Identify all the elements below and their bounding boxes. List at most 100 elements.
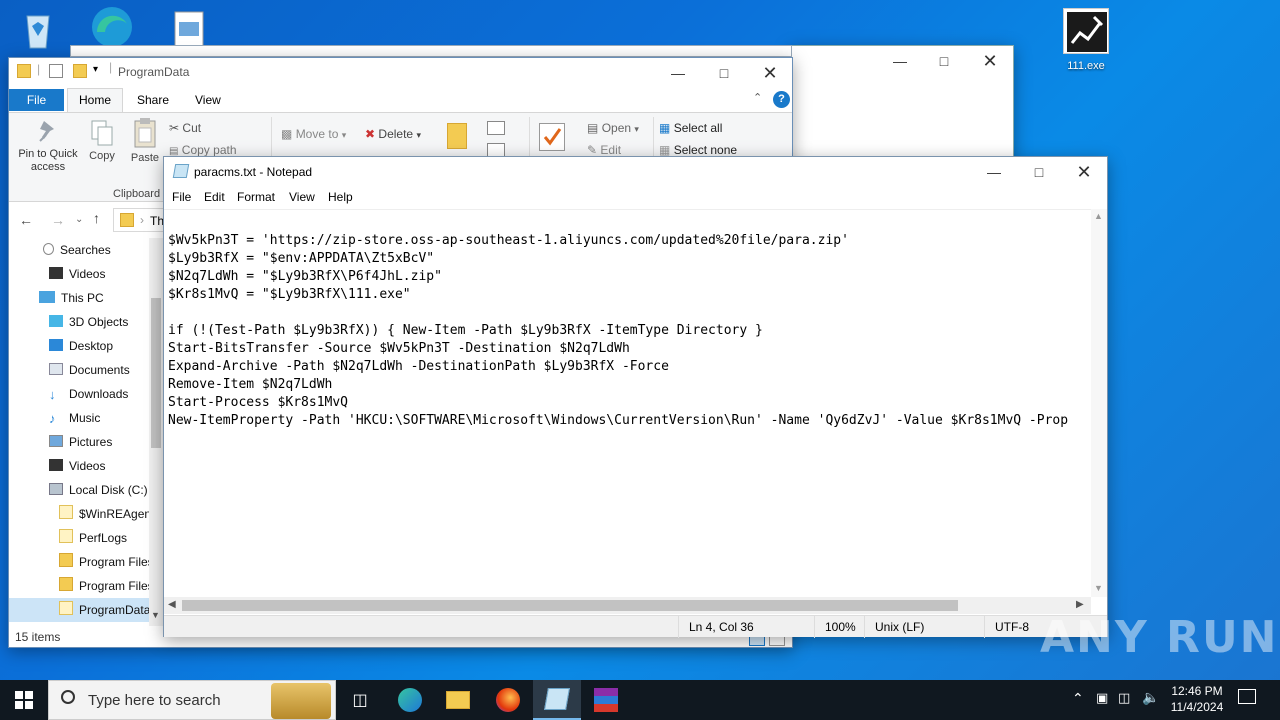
horizontal-scrollbar[interactable]: ◀ ▶ xyxy=(164,597,1091,614)
edge-desktop-icon[interactable] xyxy=(84,4,140,50)
nav-item-3d-objects[interactable]: 3D Objects xyxy=(49,310,163,334)
delete-label: Delete xyxy=(378,127,414,141)
back-arrow-icon[interactable]: ← xyxy=(19,212,33,228)
scroll-up-icon[interactable]: ▲ xyxy=(1094,211,1103,221)
file-explorer-taskbar-button[interactable] xyxy=(434,680,482,720)
nav-item-downloads[interactable]: ↓ Downloads xyxy=(49,382,163,406)
computer-icon xyxy=(39,291,55,303)
recent-chevron-icon[interactable]: ⌄ xyxy=(75,214,83,225)
minimize-icon[interactable]: — xyxy=(655,58,701,88)
tab-share[interactable]: Share xyxy=(137,89,169,111)
network-icon[interactable]: ◫ xyxy=(1118,690,1130,706)
forward-arrow-icon[interactable]: → xyxy=(51,212,65,228)
nav-item-music[interactable]: ♪ Music xyxy=(49,406,163,430)
nav-item-videos-2[interactable]: Videos xyxy=(49,454,163,478)
cut-button[interactable]: ✂ Cut xyxy=(169,121,201,135)
nav-item-programdata[interactable]: ProgramData xyxy=(59,598,163,622)
exe-chart-icon xyxy=(1063,8,1109,54)
firefox-taskbar-button[interactable] xyxy=(484,680,532,720)
nav-item-program-files-x86[interactable]: Program Files xyxy=(59,574,163,598)
close-icon[interactable]: ✕ xyxy=(967,46,1013,76)
copy-path-button[interactable]: ▤ Copy path xyxy=(169,143,237,157)
help-icon[interactable]: ? xyxy=(773,91,790,108)
scroll-left-icon[interactable]: ◀ xyxy=(168,599,176,610)
clock[interactable]: 12:46 PM 11/4/2024 xyxy=(1164,683,1230,715)
nav-item-program-files[interactable]: Program Files xyxy=(59,550,163,574)
properties-icon[interactable] xyxy=(49,64,63,78)
collapse-ribbon-icon[interactable]: ⌃ xyxy=(753,91,762,104)
minimize-icon[interactable]: — xyxy=(971,157,1017,187)
new-item-icon[interactable] xyxy=(487,121,505,135)
clipboard-group-label: Clipboard xyxy=(113,188,161,200)
windows-logo-icon xyxy=(15,691,33,709)
scroll-down-icon[interactable]: ▼ xyxy=(151,610,160,620)
notepad-title-bar[interactable]: paracms.txt - Notepad — □ ✕ xyxy=(164,157,1107,185)
notification-icon[interactable] xyxy=(1238,689,1256,704)
nav-item-documents[interactable]: Documents xyxy=(49,358,163,382)
paste-button[interactable]: Paste xyxy=(127,117,163,164)
show-hidden-icons-icon[interactable]: ⌃ xyxy=(1072,690,1084,707)
horizontal-scrollbar-thumb[interactable] xyxy=(182,600,958,611)
navigation-pane[interactable]: Searches Videos This PC 3D Objects Deskt… xyxy=(9,238,163,626)
nav-scrollbar-thumb[interactable] xyxy=(151,298,161,448)
edge-taskbar-button[interactable] xyxy=(386,680,434,720)
tab-view[interactable]: View xyxy=(195,89,221,111)
notepad-window[interactable]: paracms.txt - Notepad — □ ✕ File Edit Fo… xyxy=(163,156,1108,638)
111-exe-desktop-icon[interactable]: 111.exe xyxy=(1058,8,1114,72)
menu-edit[interactable]: Edit xyxy=(204,187,225,207)
nav-item-this-pc[interactable]: This PC xyxy=(39,286,163,310)
volume-icon[interactable]: 🔈 xyxy=(1142,689,1159,706)
select-none-button[interactable]: ▦ Select none xyxy=(659,143,737,157)
minimize-icon[interactable]: — xyxy=(877,46,923,76)
nav-item-winreagent[interactable]: $WinREAgent xyxy=(59,502,163,526)
scroll-down-icon[interactable]: ▼ xyxy=(1094,583,1103,593)
maximize-icon[interactable]: □ xyxy=(921,46,967,76)
nav-item-perflogs[interactable]: PerfLogs xyxy=(59,526,163,550)
close-icon[interactable]: ✕ xyxy=(1061,157,1107,187)
nav-scrollbar[interactable]: ▼ xyxy=(149,238,163,626)
pin-quick-access-button[interactable]: Pin to Quick access xyxy=(17,119,79,174)
nav-item-searches[interactable]: Searches xyxy=(43,238,163,262)
folder-icon xyxy=(59,505,73,519)
menu-file[interactable]: File xyxy=(172,187,191,207)
properties-check-icon[interactable] xyxy=(539,123,565,151)
open-button[interactable]: ▤ Open ▾ xyxy=(587,121,639,135)
window-title: paracms.txt - Notepad xyxy=(194,165,313,179)
chevron-down-icon[interactable]: ▾ xyxy=(93,64,98,75)
nav-item-videos[interactable]: Videos xyxy=(49,262,163,286)
background-window[interactable]: — □ ✕ xyxy=(790,45,1014,160)
vertical-scrollbar[interactable]: ▲ ▼ xyxy=(1091,209,1107,597)
close-icon[interactable]: ✕ xyxy=(747,58,793,88)
up-arrow-icon[interactable]: ↑ xyxy=(93,210,100,226)
maximize-icon[interactable]: □ xyxy=(701,58,747,88)
edit-button[interactable]: ✎ Edit xyxy=(587,143,621,157)
menu-view[interactable]: View xyxy=(289,187,315,207)
device-icon[interactable]: ▣ xyxy=(1096,690,1108,706)
select-all-button[interactable]: ▦ Select all xyxy=(659,121,722,135)
notepad-taskbar-button[interactable] xyxy=(533,680,581,720)
new-folder-icon[interactable] xyxy=(73,64,87,78)
nav-item-desktop[interactable]: Desktop xyxy=(49,334,163,358)
new-folder-large-icon[interactable] xyxy=(447,123,467,149)
easy-access-icon[interactable] xyxy=(487,143,505,157)
delete-button[interactable]: ✖ Delete ▾ xyxy=(365,127,421,141)
explorer-title-bar[interactable]: | ▾ | ProgramData — □ ✕ xyxy=(9,58,792,86)
taskbar-search-box[interactable]: Type here to search xyxy=(48,680,336,720)
tab-home[interactable]: Home xyxy=(67,88,123,112)
recycle-bin-desktop-icon[interactable] xyxy=(10,6,66,52)
nav-item-pictures[interactable]: Pictures xyxy=(49,430,163,454)
text-editor[interactable]: $Wv5kPn3T = 'https://zip-store.oss-ap-so… xyxy=(164,209,1091,597)
tab-file[interactable]: File xyxy=(9,89,64,111)
scroll-right-icon[interactable]: ▶ xyxy=(1076,599,1084,610)
task-view-button[interactable]: ◫ xyxy=(336,680,384,720)
start-button[interactable] xyxy=(0,680,48,720)
copy-icon xyxy=(91,120,113,146)
maximize-icon[interactable]: □ xyxy=(1016,157,1062,187)
folder-icon xyxy=(446,691,470,709)
menu-format[interactable]: Format xyxy=(237,187,275,207)
nav-item-local-disk[interactable]: Local Disk (C:) xyxy=(49,478,163,502)
winrar-taskbar-button[interactable] xyxy=(582,680,630,720)
menu-help[interactable]: Help xyxy=(328,187,353,207)
move-to-button[interactable]: ▩ Move to ▾ xyxy=(281,127,346,141)
copy-button[interactable]: Copy xyxy=(87,119,117,162)
